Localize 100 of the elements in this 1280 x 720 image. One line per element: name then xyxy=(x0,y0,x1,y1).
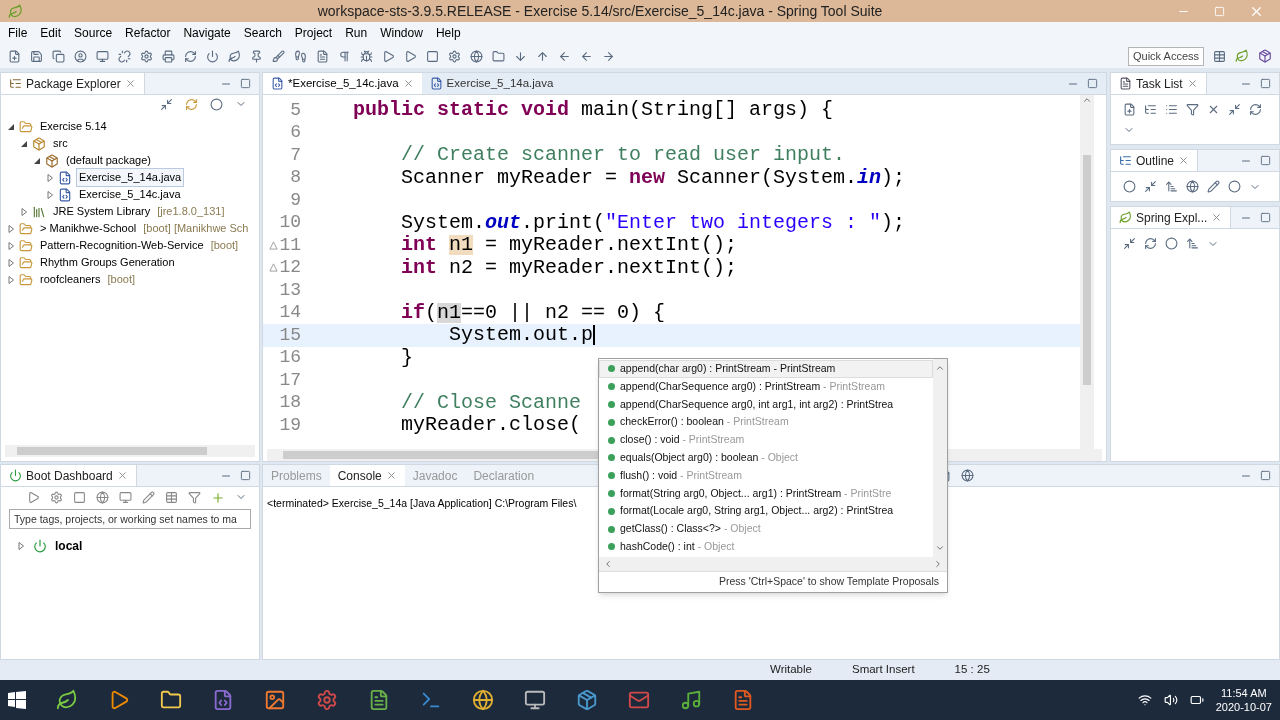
close-icon[interactable] xyxy=(385,470,397,481)
collapse-icon[interactable] xyxy=(1144,180,1157,193)
view-tab[interactable]: Outline xyxy=(1111,150,1199,171)
menu-item[interactable]: Search xyxy=(243,24,282,42)
volume-icon[interactable] xyxy=(1163,693,1178,707)
box-icon[interactable] xyxy=(576,689,598,711)
expanded-arrow-icon[interactable] xyxy=(7,122,15,131)
forward-icon[interactable] xyxy=(602,49,615,63)
completion-item[interactable]: close() : void - PrintStream xyxy=(599,431,933,449)
horizontal-scrollbar[interactable] xyxy=(5,445,255,457)
filter-field[interactable]: Type tags, projects, or working set names to ma xyxy=(9,509,251,529)
expanded-arrow-icon[interactable] xyxy=(33,156,41,165)
close-icon[interactable] xyxy=(124,78,136,89)
pilcrow-icon[interactable] xyxy=(338,49,351,63)
filter-icon[interactable] xyxy=(188,491,201,504)
gear-icon[interactable] xyxy=(448,49,461,63)
tree-item[interactable]: JRE System Library xyxy=(50,202,154,221)
mail-icon[interactable] xyxy=(628,689,650,711)
arrow-down-icon[interactable] xyxy=(514,49,527,63)
vertical-scrollbar[interactable] xyxy=(933,359,947,557)
gear-icon[interactable] xyxy=(140,49,153,63)
save-all-icon[interactable] xyxy=(52,49,65,63)
completion-item[interactable]: equals(Object arg0) : boolean - Object xyxy=(599,449,933,467)
tree-item[interactable]: Exercise 5.14 xyxy=(37,117,110,136)
completion-item[interactable]: getClass() : Class<?> - Object xyxy=(599,520,933,538)
tree-item[interactable]: Exercise_5_14a.java xyxy=(76,168,185,187)
tree-item[interactable]: roofcleaners xyxy=(37,270,104,289)
music-icon[interactable] xyxy=(680,689,702,711)
sort-icon[interactable] xyxy=(1165,180,1178,193)
menu-item[interactable]: Run xyxy=(345,24,368,42)
globe-icon[interactable] xyxy=(96,491,109,504)
expanded-arrow-icon[interactable] xyxy=(20,139,28,148)
close-icon[interactable] xyxy=(1186,78,1198,89)
list-icon[interactable] xyxy=(1165,103,1178,116)
tree-item[interactable]: local xyxy=(55,537,83,555)
windows-logo-icon[interactable] xyxy=(8,691,26,709)
new-file-icon[interactable] xyxy=(8,49,21,63)
collapsed-arrow-icon[interactable] xyxy=(46,190,54,199)
wifi-icon[interactable] xyxy=(1137,693,1152,707)
folder-icon[interactable] xyxy=(160,689,182,711)
unlink-icon[interactable] xyxy=(118,49,131,63)
run-icon[interactable] xyxy=(382,49,395,63)
collapse-icon[interactable] xyxy=(1123,237,1136,250)
maximize-icon[interactable] xyxy=(1260,78,1271,89)
new-task-icon[interactable] xyxy=(1123,103,1136,116)
leaf-icon[interactable] xyxy=(228,49,241,63)
pin-icon[interactable] xyxy=(250,49,263,63)
menu-item[interactable]: Navigate xyxy=(183,24,231,42)
save-icon[interactable] xyxy=(30,49,43,63)
tree-item[interactable]: Rhythm Groups Generation xyxy=(37,253,178,272)
collapse-icon[interactable] xyxy=(160,98,173,111)
stop-icon[interactable] xyxy=(73,491,86,504)
tree-icon[interactable] xyxy=(1144,103,1157,116)
scroll-up-icon[interactable] xyxy=(1082,95,1092,105)
filter-icon[interactable] xyxy=(1186,103,1199,116)
pencil-icon[interactable] xyxy=(1207,180,1220,193)
menu-item[interactable]: Source xyxy=(74,24,113,42)
completion-item[interactable]: hashCode() : int - Object xyxy=(599,537,933,556)
view-tab[interactable]: Boot Dashboard xyxy=(1,465,137,486)
vertical-scrollbar[interactable] xyxy=(1080,95,1094,449)
editor-tab[interactable]: *Exercise_5_14c.java xyxy=(263,73,422,94)
gear-icon[interactable] xyxy=(50,491,63,504)
menu-item[interactable]: File xyxy=(8,24,28,42)
collapsed-arrow-icon[interactable] xyxy=(7,275,15,284)
maximize-icon[interactable] xyxy=(240,470,251,481)
monitor-icon[interactable] xyxy=(96,49,109,63)
sort-icon[interactable] xyxy=(1186,237,1199,250)
folder-icon[interactable] xyxy=(492,49,505,63)
gear-icon[interactable] xyxy=(316,689,338,711)
close-icon[interactable] xyxy=(116,470,128,481)
circle-icon[interactable] xyxy=(1123,180,1136,193)
collapsed-arrow-icon[interactable] xyxy=(7,224,15,233)
completion-item[interactable]: append(char arg0) : PrintStream - PrintStream xyxy=(599,360,933,378)
sync-icon[interactable] xyxy=(1249,103,1262,116)
stop-icon[interactable] xyxy=(426,49,439,63)
perspective-icon[interactable] xyxy=(1213,49,1226,63)
monitor-icon[interactable] xyxy=(119,491,132,504)
power-icon[interactable] xyxy=(206,49,219,63)
table-icon[interactable] xyxy=(165,491,178,504)
completion-item[interactable]: checkError() : boolean - PrintStream xyxy=(599,413,933,432)
maximize-icon[interactable] xyxy=(1087,78,1098,89)
tree-item[interactable]: Exercise_5_14c.java xyxy=(76,185,184,204)
scroll-right-icon[interactable] xyxy=(933,558,943,569)
globe-icon[interactable] xyxy=(961,469,975,482)
image-icon[interactable] xyxy=(264,689,286,711)
back-icon[interactable] xyxy=(580,49,593,63)
brush-icon[interactable] xyxy=(272,49,285,63)
arrow-up-icon[interactable] xyxy=(536,49,549,63)
battery-icon[interactable] xyxy=(1189,693,1204,707)
completion-item[interactable]: format(String arg0, Object... arg1) : PrintStream - PrintStre xyxy=(599,484,933,503)
quick-access-field[interactable]: Quick Access xyxy=(1128,46,1204,66)
menu-item[interactable]: Edit xyxy=(40,24,62,42)
collapsed-arrow-icon[interactable] xyxy=(17,542,25,550)
footprints-icon[interactable] xyxy=(294,49,307,63)
collapse-icon[interactable] xyxy=(1228,103,1241,116)
code-editor-icon[interactable] xyxy=(212,689,234,711)
refresh-icon[interactable] xyxy=(184,49,197,63)
bug-icon[interactable] xyxy=(360,49,373,63)
tree-item[interactable]: (default package) xyxy=(63,151,154,170)
collapsed-arrow-icon[interactable] xyxy=(7,258,15,267)
